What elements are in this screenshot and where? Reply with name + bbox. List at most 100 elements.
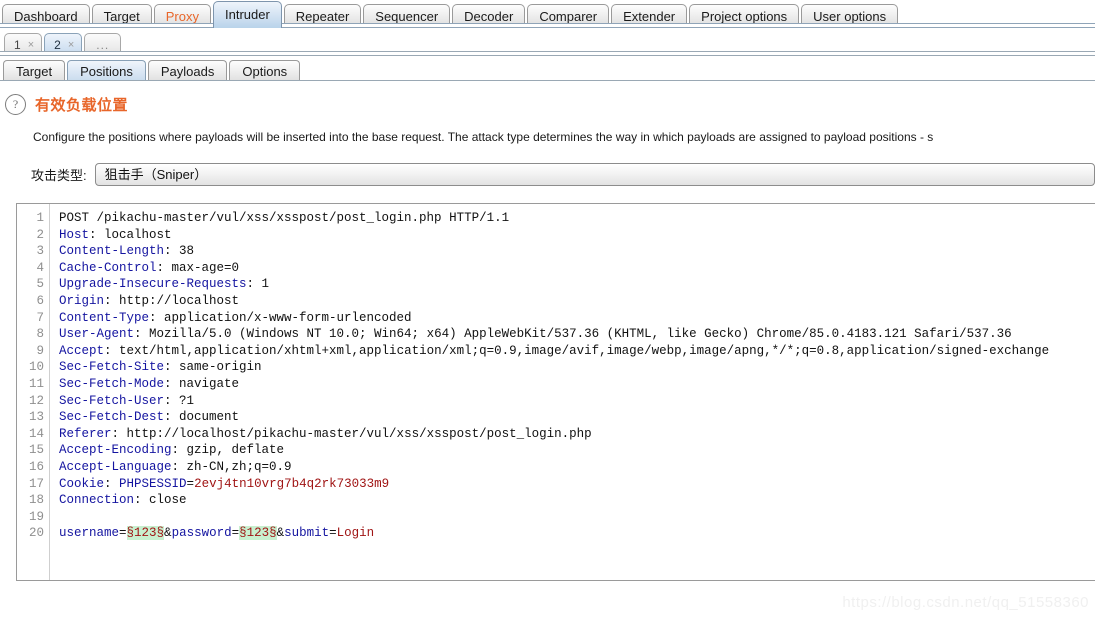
line-number: 19 (28, 509, 44, 524)
line-number: 6 (36, 293, 44, 308)
request-line: Accept: text/html,application/xhtml+xml,… (59, 343, 1095, 360)
code-segment: PHPSESSID (119, 476, 187, 491)
code-segment: : gzip, deflate (171, 443, 285, 458)
code-segment: : same-origin (164, 360, 262, 375)
code-segment: Login (336, 526, 375, 541)
intruder-sub-tab-list: Target Positions Payloads Options (3, 56, 1095, 83)
line-number: 13 (28, 410, 44, 425)
request-line: Sec-Fetch-Dest: document (59, 409, 1095, 426)
code-segment: & (164, 526, 172, 541)
code-segment: Accept (59, 343, 105, 358)
code-segment: Sec-Fetch-User (59, 393, 165, 408)
code-segment: : close (134, 493, 187, 508)
request-line (59, 509, 1095, 526)
code-segment: : ?1 (164, 393, 195, 408)
code-segment: Cookie (59, 476, 105, 491)
line-number: 3 (36, 244, 44, 259)
code-segment: Sec-Fetch-Mode (59, 376, 165, 391)
code-segment: : http://localhost/pikachu-master/vul/xs… (111, 426, 592, 441)
code-segment: Connection (59, 493, 135, 508)
code-segment: : zh-CN,zh;q=0.9 (171, 459, 292, 474)
request-line: Accept-Language: zh-CN,zh;q=0.9 (59, 459, 1095, 476)
code-segment: = (186, 476, 195, 491)
line-number: 18 (28, 493, 44, 508)
request-line: User-Agent: Mozilla/5.0 (Windows NT 10.0… (59, 326, 1095, 343)
line-number: 9 (36, 343, 44, 358)
line-number: 12 (28, 393, 44, 408)
code-segment: User-Agent (59, 327, 135, 342)
code-segment: POST /pikachu-master/vul/xss/xsspost/pos… (59, 211, 510, 225)
code-segment: : application/x-www-form-urlencoded (149, 310, 412, 325)
request-code-area[interactable]: POST /pikachu-master/vul/xss/xsspost/pos… (50, 204, 1095, 580)
code-segment: Host (59, 227, 90, 242)
code-segment: Sec-Fetch-Dest (59, 410, 165, 425)
request-line: Sec-Fetch-Site: same-origin (59, 359, 1095, 376)
line-number: 15 (28, 443, 44, 458)
attack-type-select[interactable]: 狙击手（Sniper） (94, 163, 1095, 186)
line-number: 11 (28, 376, 44, 391)
request-line: POST /pikachu-master/vul/xss/xsspost/pos… (59, 210, 1095, 227)
code-segment: Accept-Language (59, 459, 172, 474)
line-number: 8 (36, 327, 44, 342)
help-icon[interactable]: ? (5, 94, 26, 115)
request-line: username=§123§&password=§123§&submit=Log… (59, 525, 1095, 542)
attack-type-label: 攻击类型: (31, 168, 87, 183)
code-segment: : 1 (246, 277, 270, 292)
payload-marker[interactable]: §123§ (126, 526, 165, 541)
intruder-sub-tab-bar: Target Positions Payloads Options (0, 56, 1095, 83)
code-segment: Content-Type (59, 310, 150, 325)
main-tab-intruder[interactable]: Intruder (212, 1, 282, 28)
request-line: Sec-Fetch-Mode: navigate (59, 376, 1095, 393)
panel-title-row: ? 有效负载位置 (0, 94, 1095, 115)
request-line: Connection: close (59, 492, 1095, 509)
line-number-gutter: 1 2 3 4 5 6 7 8 9 10 11 12 13 14 15 16 17 18 19 20 (17, 204, 50, 580)
line-number: 17 (28, 476, 44, 491)
request-line: Content-Length: 38 (59, 243, 1095, 260)
attack-tab-bar: 1 × 2 ×... (0, 28, 1095, 56)
code-segment: : http://localhost (104, 293, 240, 308)
code-segment: Content-Length (59, 244, 165, 259)
line-number: 16 (28, 459, 44, 474)
watermark: https://blog.csdn.net/qq_51558360 (842, 594, 1089, 611)
request-line: Content-Type: application/x-www-form-url… (59, 310, 1095, 327)
request-editor[interactable]: 1 2 3 4 5 6 7 8 9 10 11 12 13 14 15 16 17 18 19 20 POST /pi… (16, 203, 1095, 581)
line-number: 5 (36, 277, 44, 292)
request-line: Origin: http://localhost (59, 293, 1095, 310)
close-icon[interactable]: × (28, 39, 34, 51)
request-line: Upgrade-Insecure-Requests: 1 (59, 276, 1095, 293)
code-segment: submit (284, 526, 330, 541)
line-number: 1 (36, 211, 44, 225)
request-line: Referer: http://localhost/pikachu-master… (59, 426, 1095, 443)
code-segment: : document (164, 410, 240, 425)
code-segment: Sec-Fetch-Site (59, 360, 165, 375)
page-title: 有效负载位置 (35, 97, 129, 114)
line-number: 7 (36, 310, 44, 325)
code-segment: password (171, 526, 232, 541)
code-segment: : localhost (89, 227, 172, 242)
code-segment: = (329, 526, 337, 541)
code-segment: : text/html,application/xhtml+xml,applic… (104, 343, 1050, 358)
request-line: Host: localhost (59, 227, 1095, 244)
code-segment: : navigate (164, 376, 240, 391)
payload-marker[interactable]: §123§ (239, 526, 277, 541)
line-number: 20 (28, 526, 44, 541)
panel-description: Configure the positions where payloads w… (33, 130, 934, 144)
attack-type-row: 攻击类型: 狙击手（Sniper） (31, 163, 1095, 186)
line-number: 10 (28, 360, 44, 375)
code-segment: Upgrade-Insecure-Requests (59, 277, 247, 292)
request-line: Accept-Encoding: gzip, deflate (59, 442, 1095, 459)
request-line: Cache-Control: max-age=0 (59, 260, 1095, 277)
line-number: 14 (28, 426, 44, 441)
code-segment: = (119, 526, 127, 541)
code-segment: = (231, 526, 240, 541)
line-number: 2 (36, 227, 44, 242)
code-segment: : Mozilla/5.0 (Windows NT 10.0; Win64; x… (134, 327, 1012, 342)
close-icon[interactable]: × (68, 39, 74, 51)
code-segment: Referer (59, 426, 112, 441)
code-segment: Cache-Control (59, 260, 157, 275)
main-tab-bar: Dashboard Target Proxy Intruder Repeater Sequ… (0, 0, 1095, 28)
request-editor-body: 1 2 3 4 5 6 7 8 9 10 11 12 13 14 15 16 17 18 19 20 POST /pi… (17, 204, 1095, 580)
code-segment: & (276, 526, 285, 541)
code-segment: : (104, 476, 120, 491)
line-number: 4 (36, 260, 44, 275)
